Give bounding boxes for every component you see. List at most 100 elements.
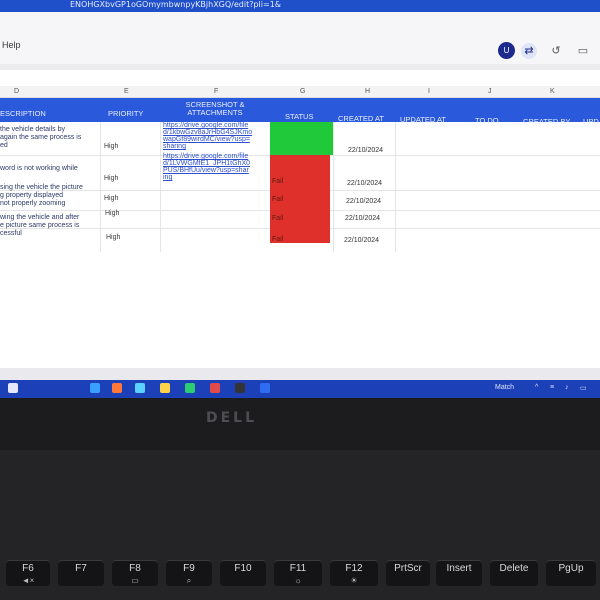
attachment-link[interactable]: https://drive.google.com/file d/1LVWGMfE… bbox=[163, 153, 250, 181]
link-line: d/1LVWGMfE1_JPH1tGhX0 bbox=[163, 160, 251, 167]
column-letter[interactable]: D bbox=[14, 88, 19, 95]
folder-icon[interactable] bbox=[160, 383, 170, 393]
description-line: again the same process is bbox=[0, 134, 82, 141]
status-value: Fail bbox=[272, 236, 284, 243]
status-cell-pass[interactable] bbox=[270, 122, 333, 155]
description-line: wing the vehicle and after bbox=[0, 214, 80, 221]
brightness-down-icon: ☼ bbox=[294, 576, 302, 585]
sheet-tab-bar[interactable] bbox=[0, 368, 600, 380]
start-icon[interactable] bbox=[8, 383, 18, 393]
header-description[interactable]: ESCRIPTION bbox=[0, 109, 46, 118]
description-line: sing the vehicle the picture bbox=[0, 184, 83, 191]
key-label: PgUp bbox=[558, 563, 584, 574]
created-at-cell[interactable]: 22/10/2024 bbox=[344, 237, 379, 244]
browser-url-bar[interactable]: ENOHGXbvGP1oGOmymbwnpyKBjhXGQ/edit?pli=1… bbox=[0, 0, 600, 12]
app-icon[interactable] bbox=[235, 383, 245, 393]
key-f12[interactable]: F12 ☀ bbox=[330, 560, 378, 586]
column-letter-bar: D E F G H I J K bbox=[0, 86, 600, 98]
battery-icon[interactable]: ▭ bbox=[580, 384, 587, 392]
link-line: ing bbox=[163, 174, 173, 181]
column-letter[interactable]: E bbox=[124, 88, 129, 95]
key-label: PrtScr bbox=[394, 563, 422, 574]
key-prtscr[interactable]: PrtScr bbox=[386, 560, 430, 586]
key-f8[interactable]: F8 ▭ bbox=[112, 560, 158, 586]
key-insert[interactable]: Insert bbox=[436, 560, 482, 586]
table-row-description[interactable]: the vehicle details by again the same pr… bbox=[0, 126, 81, 150]
app-icon[interactable] bbox=[90, 383, 100, 393]
priority-cell[interactable]: High bbox=[104, 175, 118, 182]
key-label: F12 bbox=[345, 563, 363, 574]
link-line: https://drive.google.com/file bbox=[163, 153, 249, 160]
key-f7[interactable]: F7 bbox=[58, 560, 104, 586]
table-row-description[interactable]: sing the vehicle the picture g property … bbox=[0, 184, 83, 208]
key-delete[interactable]: Delete bbox=[490, 560, 538, 586]
grid-line bbox=[100, 122, 101, 252]
header-priority[interactable]: PRIORITY bbox=[108, 109, 143, 118]
column-letter[interactable]: F bbox=[214, 88, 218, 95]
header-screenshot[interactable]: SCREENSHOT & ATTACHMENTS bbox=[180, 101, 250, 117]
priority-cell[interactable]: High bbox=[105, 210, 119, 217]
key-f6[interactable]: F6 ◄× bbox=[6, 560, 50, 586]
created-at-cell[interactable]: 22/10/2024 bbox=[348, 147, 383, 154]
key-label: F8 bbox=[129, 563, 141, 574]
created-at-cell[interactable]: 22/10/2024 bbox=[345, 215, 380, 222]
priority-cell[interactable]: High bbox=[104, 195, 118, 202]
header-updated-at[interactable]: UPDATED AT bbox=[400, 115, 446, 124]
search-icon: ⌕ bbox=[186, 576, 192, 585]
table-row-description[interactable]: wing the vehicle and after e picture sam… bbox=[0, 214, 79, 238]
status-value: Fail bbox=[272, 178, 284, 185]
chevron-up-icon[interactable]: ^ bbox=[535, 384, 538, 391]
column-letter[interactable]: I bbox=[428, 88, 430, 95]
key-pgup[interactable]: PgUp bbox=[546, 560, 596, 586]
status-value: Fail bbox=[272, 215, 284, 222]
column-letter[interactable]: K bbox=[550, 88, 555, 95]
description-line: cessful bbox=[0, 230, 22, 237]
link-line: sharing bbox=[163, 143, 186, 150]
key-f10[interactable]: F10 bbox=[220, 560, 266, 586]
link-line: d/1kbwGzv8aJrHbG4SJKmo bbox=[163, 129, 253, 136]
share-icon[interactable]: ⇄ bbox=[521, 43, 537, 59]
video-call-icon[interactable]: ▭ bbox=[575, 43, 591, 59]
key-f9[interactable]: F9 ⌕ bbox=[166, 560, 212, 586]
grid-line bbox=[160, 122, 161, 252]
key-f11[interactable]: F11 ☼ bbox=[274, 560, 322, 586]
app-icon[interactable] bbox=[185, 383, 195, 393]
description-line: g property displayed bbox=[0, 192, 64, 199]
status-value: Fail bbox=[272, 196, 284, 203]
header-updated-by[interactable]: UPD bbox=[583, 117, 599, 126]
header-created-at[interactable]: CREATED AT bbox=[338, 114, 384, 123]
priority-cell[interactable]: High bbox=[106, 234, 120, 241]
display-icon: ▭ bbox=[131, 576, 139, 585]
taskbar-search-label[interactable]: Match bbox=[495, 384, 514, 391]
app-icon[interactable] bbox=[112, 383, 122, 393]
table-header-row: ESCRIPTION PRIORITY SCREENSHOT & ATTACHM… bbox=[0, 98, 600, 126]
priority-cell[interactable]: High bbox=[104, 143, 118, 150]
avatar[interactable]: U bbox=[498, 42, 515, 59]
app-icon[interactable] bbox=[135, 383, 145, 393]
header-status[interactable]: STATUS bbox=[285, 112, 313, 121]
link-line: https://drive.google.com/file bbox=[163, 122, 249, 129]
link-line: PUS/BHfUu/view?usp=shar bbox=[163, 167, 249, 174]
network-icon[interactable]: ≡ bbox=[550, 384, 554, 391]
attachment-link[interactable]: https://drive.google.com/file d/1kbwGzv8… bbox=[163, 122, 252, 150]
header-created-by[interactable]: CREATED BY bbox=[523, 117, 570, 126]
app-icon[interactable] bbox=[260, 383, 270, 393]
grid-line bbox=[395, 122, 396, 252]
laptop-bezel bbox=[0, 398, 600, 450]
column-letter[interactable]: H bbox=[365, 88, 370, 95]
key-label: Delete bbox=[499, 563, 529, 574]
app-icon[interactable] bbox=[210, 383, 220, 393]
created-at-cell[interactable]: 22/10/2024 bbox=[347, 180, 382, 187]
header-to-do[interactable]: TO DO bbox=[475, 116, 499, 125]
description-line: ed bbox=[0, 142, 8, 149]
created-at-cell[interactable]: 22/10/2024 bbox=[346, 198, 381, 205]
menu-help[interactable]: Help bbox=[2, 40, 21, 50]
column-letter[interactable]: G bbox=[300, 88, 305, 95]
volume-icon[interactable]: ♪ bbox=[565, 384, 569, 391]
grid-line bbox=[333, 122, 334, 252]
table-row-description[interactable]: word is not working while bbox=[0, 165, 78, 173]
key-label: F7 bbox=[75, 563, 87, 574]
column-letter[interactable]: J bbox=[488, 88, 492, 95]
history-icon[interactable]: ↺ bbox=[548, 43, 564, 59]
brand-logo: DELL bbox=[206, 410, 258, 426]
